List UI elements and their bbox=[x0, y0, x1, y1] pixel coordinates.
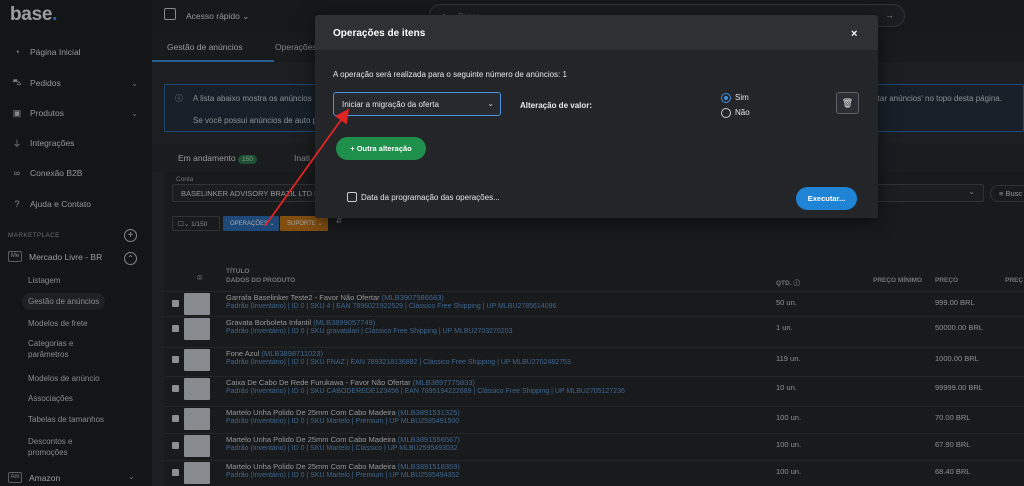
annotation-arrow bbox=[264, 108, 350, 227]
